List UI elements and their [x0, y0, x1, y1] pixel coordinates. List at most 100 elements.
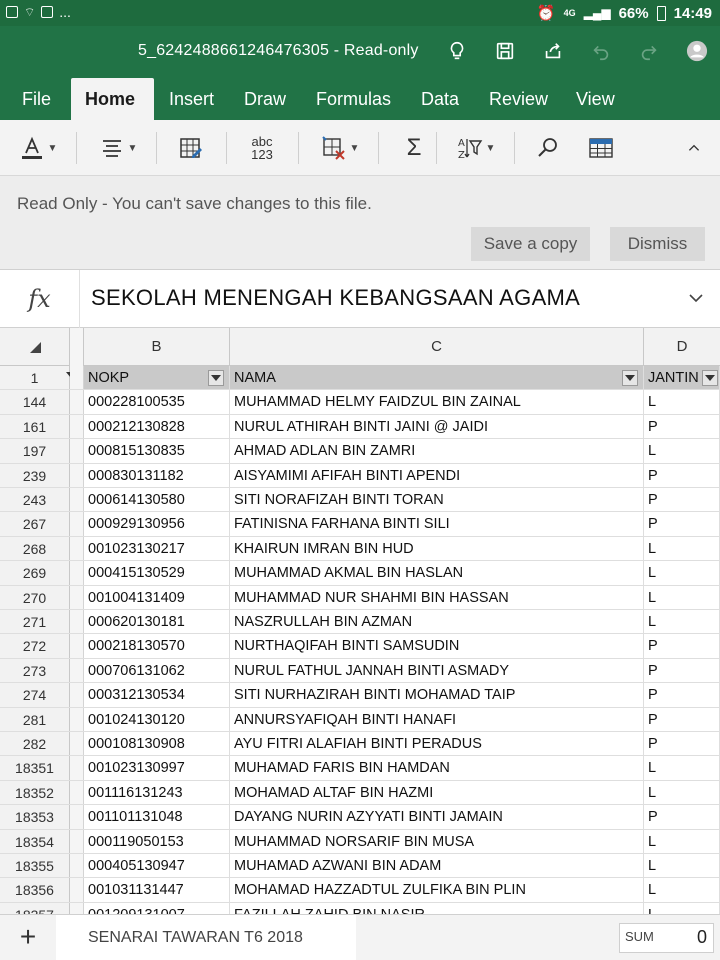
cell-nokp[interactable]: 001024130120: [84, 707, 230, 731]
cell-jantina[interactable]: P: [644, 414, 720, 439]
cell-nokp[interactable]: 000815130835: [84, 439, 230, 463]
cell-nama[interactable]: MUHAMMAD NORSARIF BIN MUSA: [230, 829, 644, 853]
cell-jantina[interactable]: L: [644, 585, 720, 609]
cell-jantina[interactable]: L: [644, 439, 720, 463]
chevron-down-icon[interactable]: [688, 290, 704, 306]
number-format-button[interactable]: abc 123: [244, 132, 280, 164]
format-cells-button[interactable]: [176, 132, 206, 164]
cell-jantina[interactable]: L: [644, 756, 720, 780]
sum-indicator[interactable]: SUM 0: [619, 923, 714, 953]
row-number[interactable]: 144: [0, 390, 70, 414]
row-number[interactable]: 269: [0, 561, 70, 585]
tab-home[interactable]: Home: [71, 78, 154, 120]
cell-nokp[interactable]: 001004131409: [84, 585, 230, 609]
row-number[interactable]: 274: [0, 683, 70, 707]
cell-nokp[interactable]: 000212130828: [84, 414, 230, 439]
column-header-b[interactable]: B: [84, 328, 230, 366]
autosum-button[interactable]: Σ: [400, 132, 428, 164]
cell-nama[interactable]: NASZRULLAH BIN AZMAN: [230, 610, 644, 634]
cell-nokp[interactable]: 000620130181: [84, 610, 230, 634]
cell-nokp[interactable]: 001023130997: [84, 756, 230, 780]
row-number[interactable]: 18355: [0, 854, 70, 878]
cell-jantina[interactable]: L: [644, 610, 720, 634]
cell-nokp[interactable]: 001101131048: [84, 805, 230, 829]
cell-nama[interactable]: SITI NURHAZIRAH BINTI MOHAMAD TAIP: [230, 683, 644, 707]
row-number[interactable]: 18353: [0, 805, 70, 829]
tab-data[interactable]: Data: [407, 78, 473, 120]
cell-nokp[interactable]: 000614130580: [84, 488, 230, 512]
column-header-c[interactable]: C: [230, 328, 644, 366]
tab-view[interactable]: View: [562, 78, 629, 120]
cell-nokp[interactable]: 000312130534: [84, 683, 230, 707]
filter-dropdown-icon[interactable]: [208, 370, 224, 386]
sort-filter-button[interactable]: AZ ▼: [454, 132, 498, 164]
cell-jantina[interactable]: L: [644, 780, 720, 805]
cell-jantina[interactable]: L: [644, 390, 720, 414]
row-number[interactable]: 1: [0, 366, 70, 390]
tab-file[interactable]: File: [8, 78, 65, 120]
cell-nama[interactable]: AYU FITRI ALAFIAH BINTI PERADUS: [230, 732, 644, 756]
row-number[interactable]: 273: [0, 658, 70, 683]
collapse-ribbon-button[interactable]: [684, 132, 704, 164]
cell-nama[interactable]: NURUL ATHIRAH BINTI JAINI @ JAIDI: [230, 414, 644, 439]
cell-nokp[interactable]: 000228100535: [84, 390, 230, 414]
insert-delete-button[interactable]: ▼: [318, 132, 362, 164]
cell-nama[interactable]: MUHAMMAD NUR SHAHMI BIN HASSAN: [230, 585, 644, 609]
cell-nama[interactable]: MUHAMAD AZWANI BIN ADAM: [230, 854, 644, 878]
undo-icon[interactable]: [588, 38, 614, 64]
cell-nokp[interactable]: 000415130529: [84, 561, 230, 585]
tab-formulas[interactable]: Formulas: [302, 78, 405, 120]
tab-draw[interactable]: Draw: [230, 78, 300, 120]
cell-jantina[interactable]: L: [644, 829, 720, 853]
row-number[interactable]: 270: [0, 585, 70, 609]
account-icon[interactable]: [684, 38, 710, 64]
fx-icon[interactable]: fx: [0, 270, 80, 328]
cell-nama[interactable]: ANNURSYAFIQAH BINTI HANAFI: [230, 707, 644, 731]
cell-nokp[interactable]: 000119050153: [84, 829, 230, 853]
cell-nokp[interactable]: 000405130947: [84, 854, 230, 878]
cell-jantina[interactable]: L: [644, 536, 720, 561]
row-number[interactable]: 18351: [0, 756, 70, 780]
cell-jantina[interactable]: P: [644, 512, 720, 536]
row-number[interactable]: 243: [0, 488, 70, 512]
cell-jantina[interactable]: P: [644, 658, 720, 683]
row-number[interactable]: 281: [0, 707, 70, 731]
cell-nama[interactable]: AISYAMIMI AFIFAH BINTI APENDI: [230, 463, 644, 487]
cell-nokp[interactable]: 000218130570: [84, 634, 230, 658]
cell-nama[interactable]: MUHAMMAD AKMAL BIN HASLAN: [230, 561, 644, 585]
row-number[interactable]: 272: [0, 634, 70, 658]
cell-nokp[interactable]: 001031131447: [84, 878, 230, 902]
font-color-button[interactable]: ▼: [16, 132, 60, 164]
row-number[interactable]: 271: [0, 610, 70, 634]
cell-nama[interactable]: MUHAMAD FARIS BIN HAMDAN: [230, 756, 644, 780]
cell-jantina[interactable]: P: [644, 732, 720, 756]
find-button[interactable]: [534, 132, 562, 164]
dismiss-button[interactable]: Dismiss: [610, 227, 705, 261]
row-number[interactable]: 18357: [0, 902, 70, 914]
align-button[interactable]: ▼: [96, 132, 140, 164]
cell-nama[interactable]: FATINISNA FARHANA BINTI SILI: [230, 512, 644, 536]
cell-jantina[interactable]: P: [644, 683, 720, 707]
header-cell-nama[interactable]: NAMA: [230, 366, 644, 390]
tab-insert[interactable]: Insert: [155, 78, 228, 120]
cell-nokp[interactable]: 000108130908: [84, 732, 230, 756]
cell-nokp[interactable]: 000830131182: [84, 463, 230, 487]
select-all-corner[interactable]: [0, 328, 70, 366]
cell-nama[interactable]: SITI NORAFIZAH BINTI TORAN: [230, 488, 644, 512]
cell-jantina[interactable]: P: [644, 805, 720, 829]
filter-dropdown-icon[interactable]: [622, 370, 638, 386]
cell-jantina[interactable]: P: [644, 634, 720, 658]
tab-review[interactable]: Review: [475, 78, 562, 120]
row-number[interactable]: 18354: [0, 829, 70, 853]
cell-nokp[interactable]: 000706131062: [84, 658, 230, 683]
row-number[interactable]: 267: [0, 512, 70, 536]
cell-nama[interactable]: KHAIRUN IMRAN BIN HUD: [230, 536, 644, 561]
save-a-copy-button[interactable]: Save a copy: [471, 227, 590, 261]
cell-jantina[interactable]: L: [644, 854, 720, 878]
lightbulb-icon[interactable]: [444, 38, 470, 64]
cell-nokp[interactable]: 001209131007: [84, 902, 230, 914]
filter-dropdown-icon[interactable]: [702, 370, 718, 386]
cell-jantina[interactable]: L: [644, 561, 720, 585]
cell-nama[interactable]: MUHAMMAD HELMY FAIDZUL BIN ZAINAL: [230, 390, 644, 414]
row-number[interactable]: 282: [0, 732, 70, 756]
